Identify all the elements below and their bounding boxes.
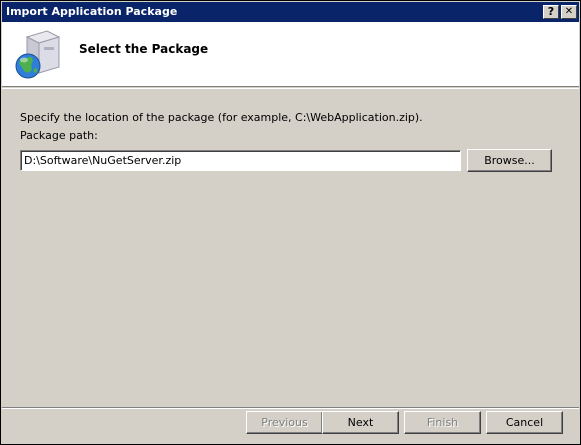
help-button[interactable]: ? (543, 5, 559, 19)
browse-button[interactable]: Browse... (467, 149, 552, 172)
footer-divider-highlight (2, 408, 579, 409)
wizard-header: Select the Package (2, 22, 579, 87)
close-button[interactable]: ✕ (561, 5, 577, 19)
finish-button[interactable]: Finish (404, 411, 481, 434)
page-title: Select the Package (79, 42, 209, 56)
next-button[interactable]: Next (322, 411, 399, 434)
package-path-input[interactable] (20, 150, 461, 171)
package-globe-icon (15, 30, 61, 79)
window-title: Import Application Package (6, 5, 178, 18)
instruction-text: Specify the location of the package (for… (20, 111, 423, 124)
title-bar[interactable]: Import Application Package ? ✕ (2, 2, 579, 22)
package-path-label: Package path: (20, 129, 98, 142)
header-divider (2, 88, 579, 89)
previous-button[interactable]: Previous (246, 411, 323, 434)
cancel-button[interactable]: Cancel (486, 411, 563, 434)
import-package-dialog: Import Application Package ? ✕ Select th… (0, 0, 581, 445)
